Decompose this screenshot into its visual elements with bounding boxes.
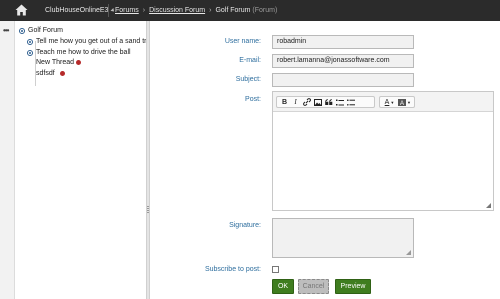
background-color-button[interactable]: A ▼ <box>397 97 412 107</box>
top-bar: ClubHouseOnlineE3 Forums › Discussion Foru… <box>0 0 500 21</box>
breadcrumb-current: Golf Forum <box>215 7 251 14</box>
ellipsis-icon[interactable]: ••• <box>3 26 9 35</box>
site-selector-label: ClubHouseOnlineE3 <box>45 7 109 14</box>
quote-button[interactable] <box>323 97 334 107</box>
breadcrumb: Forums › Discussion Forum › Golf Forum (Foru… <box>115 0 277 21</box>
tree-item-label: Tell me how you get out of a sand trap <box>36 38 146 45</box>
email-label: E-mail: <box>239 57 261 64</box>
italic-button[interactable]: I <box>290 97 301 107</box>
breadcrumb-discussion-forum[interactable]: Discussion Forum <box>149 7 205 14</box>
divider <box>108 4 109 17</box>
toolbar-group: A ▼ A ▼ <box>379 96 415 108</box>
post-label: Post: <box>245 96 261 103</box>
image-icon <box>313 98 322 106</box>
post-editor: B I A ▼ A ▼ <box>272 91 494 211</box>
breadcrumb-type: (Forum) <box>252 7 278 14</box>
email-field[interactable]: robert.lamanna@jonassoftware.com <box>272 54 414 68</box>
post-textarea[interactable] <box>273 112 493 210</box>
forum-bullet-icon <box>19 28 25 34</box>
left-rail: ••• <box>0 21 15 299</box>
username-label: User name: <box>224 38 261 45</box>
text-color-button[interactable]: A ▼ <box>382 97 397 107</box>
background-color-icon: A <box>398 98 407 106</box>
resize-grip-icon[interactable] <box>486 203 491 208</box>
subscribe-checkbox[interactable] <box>272 266 279 273</box>
bold-label: B <box>281 98 288 106</box>
svg-text:A: A <box>400 101 404 106</box>
editor-toolbar: B I A ▼ A ▼ <box>273 92 493 112</box>
bulleted-list-button[interactable] <box>345 97 356 107</box>
site-selector[interactable]: ClubHouseOnlineE3 <box>45 0 116 21</box>
chevron-down-icon: ▼ <box>390 99 395 105</box>
tree-item-label: Teach me how to drive the ball <box>36 49 131 56</box>
signature-label: Signature: <box>229 222 261 229</box>
alert-dot-icon <box>60 71 65 76</box>
signature-textarea[interactable] <box>272 218 414 258</box>
numbered-list-icon <box>335 99 344 105</box>
subscribe-label: Subscribe to post: <box>204 266 261 273</box>
link-button[interactable] <box>301 97 312 107</box>
thread-bullet-icon <box>27 39 33 45</box>
image-button[interactable] <box>312 97 323 107</box>
splitter-grip-icon[interactable] <box>147 206 149 214</box>
link-icon <box>302 98 311 106</box>
tree-item-label: New Thread <box>36 59 75 66</box>
bold-button[interactable]: B <box>279 97 290 107</box>
italic-label: I <box>294 98 297 106</box>
chevron-right-icon: › <box>142 7 146 14</box>
numbered-list-button[interactable] <box>334 97 345 107</box>
bulleted-list-icon <box>346 98 355 106</box>
cancel-button[interactable]: Cancel <box>298 279 329 294</box>
home-button[interactable] <box>0 0 42 21</box>
thread-bullet-icon <box>27 50 33 56</box>
subject-label: Subject: <box>235 76 261 83</box>
quote-icon <box>324 99 332 105</box>
chevron-down-icon: ▼ <box>407 99 411 105</box>
username-field[interactable]: robadmin <box>272 35 414 49</box>
chevron-right-icon: › <box>209 7 212 14</box>
subject-field[interactable] <box>272 73 414 87</box>
text-color-label: A <box>384 98 390 106</box>
toolbar-group: B I <box>276 96 375 108</box>
tree-root-label: Golf Forum <box>28 27 64 34</box>
forum-tree: Golf Forum Tell me how you get out of a … <box>16 21 146 299</box>
ok-button[interactable]: OK <box>272 279 294 294</box>
resize-grip-icon[interactable] <box>406 250 411 255</box>
preview-button[interactable]: Preview <box>335 279 371 294</box>
pane-splitter[interactable] <box>146 21 150 299</box>
breadcrumb-forums[interactable]: Forums <box>115 7 139 14</box>
tree-item-label: sdfsdf <box>36 70 55 77</box>
alert-dot-icon <box>76 60 81 65</box>
home-icon <box>15 4 28 18</box>
